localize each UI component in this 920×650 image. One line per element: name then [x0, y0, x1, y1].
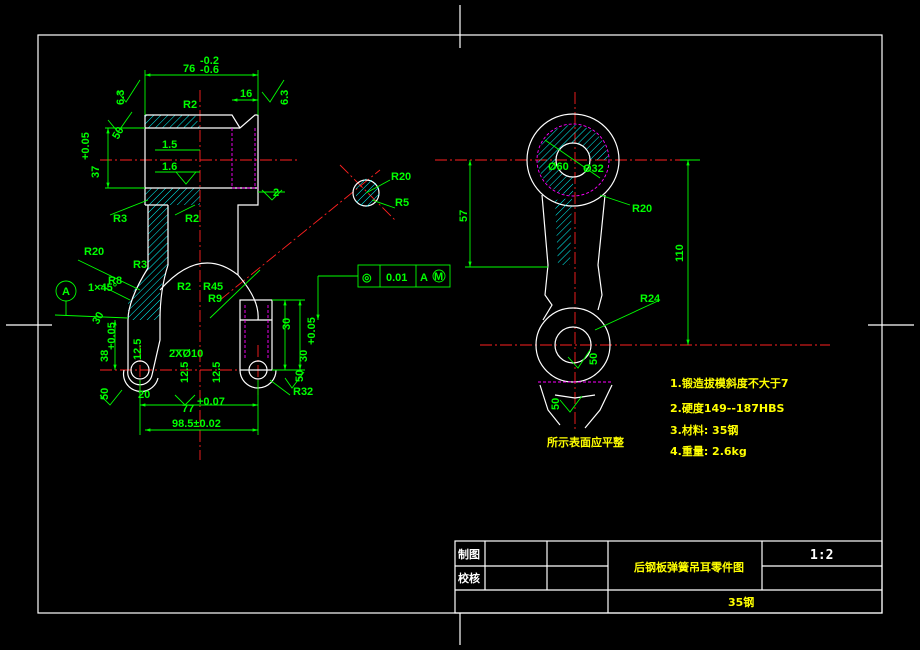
dim-30-left: 30 [90, 310, 107, 327]
dim-50-mid: 50 [99, 388, 111, 400]
dim-12-5-a: 12.5 [132, 339, 144, 360]
section-r5: R5 [395, 197, 409, 209]
dim-50-top: 50 [110, 125, 127, 142]
dim-77-tol: +0.07 [197, 396, 225, 408]
dim-1-5: 1.5 [162, 139, 177, 151]
part-name: 后钢板弹簧吊耳零件图 [634, 560, 744, 574]
side-dim-110: 110 [674, 244, 686, 262]
dim-r3-lower: R3 [133, 259, 147, 271]
dim-30-right2: 30 [298, 350, 310, 362]
dim-76-tol-lower: -0.6 [200, 64, 219, 76]
dim-30-tol: +0.05 [306, 317, 318, 345]
checked-label: 校核 [458, 571, 480, 585]
note-4: 4.重量: 2.6kg [670, 444, 747, 458]
side-d32: Ø32 [583, 163, 604, 175]
dim-r20-left: R20 [84, 246, 104, 258]
side-d60: Ø60 [548, 161, 569, 173]
dim-r2-top: R2 [183, 99, 197, 111]
side-dim-57: 57 [458, 210, 470, 222]
dim-r45: R45 [203, 281, 223, 293]
dim-chamfer: 1×45° [88, 282, 117, 294]
dim-98-5: 98.5±0.02 [172, 418, 221, 430]
side-dim-50-a: 50 [588, 353, 600, 365]
dim-r2-mid: R2 [185, 213, 199, 225]
dim-77: 77 [182, 403, 194, 415]
datum-a-label: A [62, 286, 70, 298]
note-1: 1.锻造拔模斜度不大于7 [670, 376, 789, 390]
dim-37-tol: +0.05 [80, 132, 92, 160]
dim-38-tol: +0.05 [106, 322, 118, 350]
dim-30-right: 30 [281, 318, 293, 330]
dim-76: 76 [183, 63, 195, 75]
dim-2x10: 2XØ10 [169, 348, 203, 360]
tolerance-symbol: ◎ [362, 272, 372, 284]
surface-note: 所示表面应平整 [547, 435, 624, 449]
material: 35钢 [728, 595, 754, 609]
dim-37: 37 [90, 166, 102, 178]
drawn-label: 制图 [458, 547, 480, 561]
note-2: 2.硬度149--187HBS [670, 401, 784, 415]
title-block: 制图 校核 后钢板弹簧吊耳零件图 1:2 35钢 [454, 540, 883, 614]
dim-12-5-c: 12.5 [211, 362, 223, 383]
section-r20: R20 [391, 171, 411, 183]
front-view-dimensions: 76 -0.2 -0.6 R2 16 6.3 6.3 50 1.5 1.6 37… [62, 55, 318, 430]
dim-16: 16 [240, 88, 252, 100]
tolerance-datum: A [420, 272, 428, 284]
side-r20: R20 [632, 203, 652, 215]
dim-50-low: 50 [294, 370, 306, 382]
side-view: Ø60 Ø32 R20 57 110 R24 50 50 所示表面应平整 [435, 92, 830, 449]
dim-38: 38 [99, 350, 111, 362]
scale: 1:2 [810, 548, 833, 563]
side-dim-50-b: 50 [550, 398, 562, 410]
dim-r3-left: R3 [113, 213, 127, 225]
dim-1-6: 1.6 [162, 161, 177, 173]
technical-notes: 1.锻造拔模斜度不大于7 2.硬度149--187HBS 3.材料: 35钢 4… [670, 376, 789, 458]
tolerance-modifier: M [434, 271, 443, 283]
dim-12-5-b: 12.5 [179, 362, 191, 383]
roughness-right: 6.3 [279, 90, 291, 105]
tolerance-frame: ◎ 0.01 A M [316, 264, 451, 320]
tolerance-value: 0.01 [386, 272, 407, 284]
dim-r3-2: R32 [293, 386, 313, 398]
dim-2: 2 [273, 187, 279, 199]
dim-r2-low: R2 [177, 281, 191, 293]
roughness-left: 6.3 [115, 90, 127, 105]
note-3: 3.材料: 35钢 [670, 423, 738, 437]
dim-20: 20 [138, 389, 150, 401]
cad-drawing: 76 -0.2 -0.6 R2 16 6.3 6.3 50 1.5 1.6 37… [6, 5, 914, 645]
dim-r9: R9 [208, 293, 222, 305]
side-r24: R24 [640, 293, 661, 305]
